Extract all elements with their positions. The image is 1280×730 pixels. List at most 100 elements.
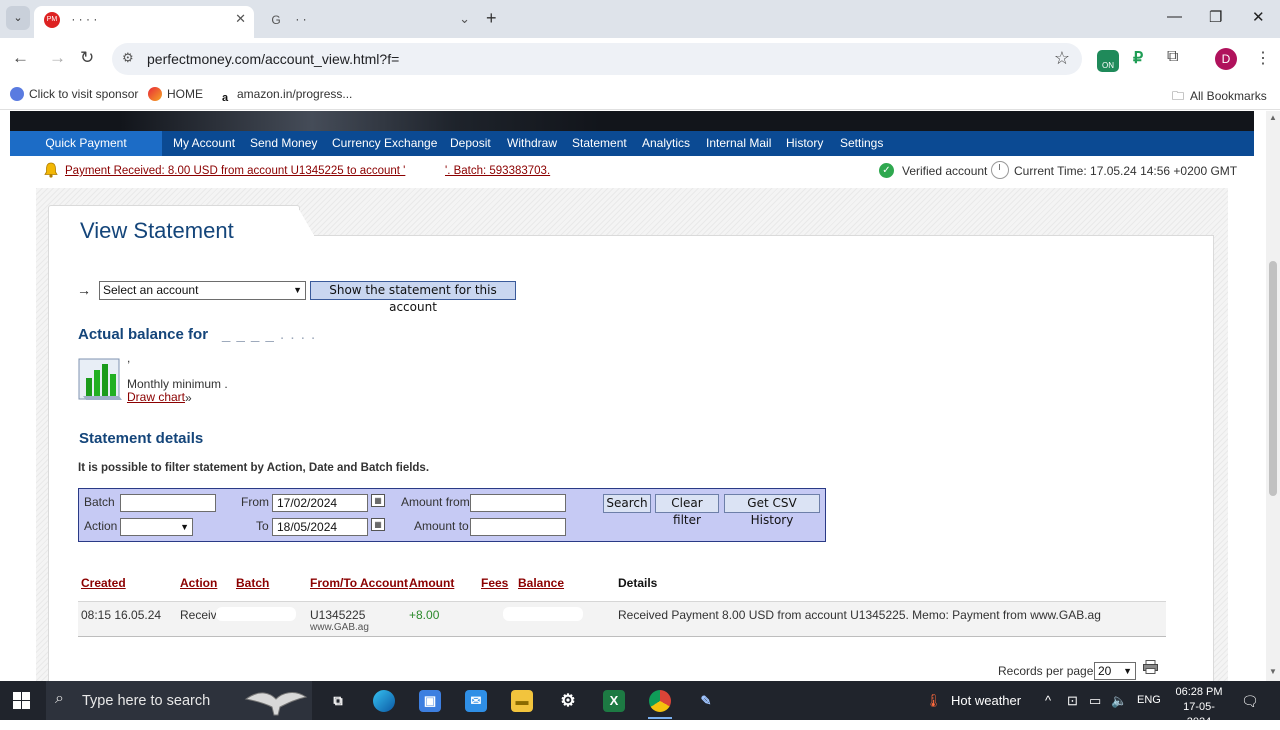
maximize-icon[interactable]: ❐: [1209, 8, 1222, 26]
minimize-icon[interactable]: —: [1167, 8, 1182, 25]
menu-settings[interactable]: Settings: [840, 131, 883, 156]
bookmark-home[interactable]: HOME: [148, 87, 203, 101]
google-favicon: G: [271, 12, 281, 27]
calendar-icon[interactable]: ▦: [371, 494, 385, 507]
site-banner: [10, 111, 1254, 131]
scroll-up-icon[interactable]: ▲: [1269, 113, 1277, 122]
home-site-icon: [148, 87, 162, 101]
windows-start-icon[interactable]: [13, 692, 30, 709]
menu-send-money[interactable]: Send Money: [250, 131, 317, 156]
page-title: View Statement: [80, 218, 234, 243]
scroll-thumb[interactable]: [1269, 261, 1277, 496]
page-scrollbar[interactable]: ▲ ▼: [1266, 111, 1280, 681]
menu-withdraw[interactable]: Withdraw: [507, 131, 557, 156]
browser-toolbar: ← → ↻ ⚙ perfectmoney.com/account_view.ht…: [0, 38, 1280, 80]
payment-batch-link[interactable]: '. Batch: 593383703.: [445, 165, 550, 177]
action-label: Action: [84, 519, 118, 533]
address-bar[interactable]: ⚙ perfectmoney.com/account_view.html?f= …: [112, 43, 1082, 75]
file-explorer-icon[interactable]: ▬: [511, 690, 533, 712]
menu-deposit[interactable]: Deposit: [450, 131, 491, 156]
battery-icon[interactable]: ▭: [1089, 693, 1101, 709]
menu-analytics[interactable]: Analytics: [642, 131, 690, 156]
amount-from-input[interactable]: [470, 494, 566, 512]
action-select[interactable]: ▼: [120, 518, 193, 536]
close-tab-icon[interactable]: ✕: [235, 6, 246, 32]
notice-bar: Payment Received: 8.00 USD from account …: [0, 159, 1266, 183]
reload-icon[interactable]: ↻: [80, 48, 94, 68]
taskbar-clock[interactable]: 06:28 PM 17-05-2024: [1173, 685, 1225, 730]
browser-tab[interactable]: G · · ⌄: [258, 6, 478, 38]
bookmark-amazon[interactable]: a amazon.in/progress...: [218, 87, 352, 105]
col-fees[interactable]: Fees: [481, 576, 508, 590]
menu-my-account[interactable]: My Account: [173, 131, 235, 156]
menu-internal-mail[interactable]: Internal Mail: [706, 131, 771, 156]
bookmark-star-icon[interactable]: ☆: [1054, 48, 1070, 69]
weather-text[interactable]: Hot weather: [951, 693, 1021, 708]
account-select[interactable]: Select an account ▼: [99, 281, 306, 300]
batch-input[interactable]: [120, 494, 216, 512]
menu-quick-payment[interactable]: Quick Payment: [10, 131, 162, 156]
more-menu-icon[interactable]: ⋮: [1255, 48, 1271, 68]
close-window-icon[interactable]: ✕: [1252, 8, 1265, 26]
batch-label: Batch: [84, 495, 115, 509]
menu-currency-exchange[interactable]: Currency Exchange: [332, 131, 437, 156]
from-date-input[interactable]: 17/02/2024: [272, 494, 368, 512]
speaker-icon[interactable]: 🔈: [1111, 693, 1127, 709]
mail-icon[interactable]: ✉: [465, 690, 487, 712]
tray-chevron-up-icon[interactable]: ^: [1045, 693, 1051, 708]
taskbar-search[interactable]: ⌕ Type here to search: [46, 681, 312, 720]
draw-chart-link[interactable]: Draw chart: [127, 390, 185, 404]
print-icon[interactable]: [1143, 660, 1158, 674]
back-arrow-icon[interactable]: ←: [12, 48, 29, 68]
store-icon[interactable]: ▣: [419, 690, 441, 712]
menu-history[interactable]: History: [786, 131, 823, 156]
page-viewport: Quick Payment My Account Send Money Curr…: [0, 111, 1266, 681]
amazon-icon: a: [218, 91, 232, 105]
from-label: From: [241, 495, 269, 509]
col-action[interactable]: Action: [180, 576, 217, 590]
extension-p-icon[interactable]: ₽: [1133, 48, 1143, 68]
show-statement-button[interactable]: Show the statement for this account: [310, 281, 516, 314]
bookmark-sponsor[interactable]: Click to visit sponsor: [10, 87, 138, 101]
tab-search-button[interactable]: ⌄: [6, 6, 30, 30]
amount-to-input[interactable]: [470, 518, 566, 536]
tray-app-icon[interactable]: ⊡: [1067, 693, 1078, 709]
paint-icon[interactable]: ✎: [695, 690, 717, 712]
col-created[interactable]: Created: [81, 576, 126, 590]
task-view-icon[interactable]: ⧉: [327, 690, 349, 712]
calendar-icon[interactable]: ▦: [371, 518, 385, 531]
language-indicator[interactable]: ENG: [1137, 694, 1161, 706]
payment-notice-link[interactable]: Payment Received: 8.00 USD from account …: [65, 165, 405, 177]
settings-gear-icon[interactable]: ⚙: [557, 690, 579, 712]
col-amount[interactable]: Amount: [409, 576, 454, 590]
profile-avatar[interactable]: D: [1215, 48, 1237, 70]
extensions-puzzle-icon[interactable]: ⧉: [1167, 48, 1178, 66]
excel-icon[interactable]: X: [603, 690, 625, 712]
col-batch[interactable]: Batch: [236, 576, 269, 590]
clock-icon: [991, 161, 1009, 179]
forward-arrow-icon[interactable]: →: [49, 48, 66, 68]
csv-history-button[interactable]: Get CSV History: [724, 494, 820, 527]
redacted-batch: [216, 607, 296, 621]
extension-on-icon[interactable]: ON: [1097, 50, 1119, 72]
to-date-input[interactable]: 18/05/2024: [272, 518, 368, 536]
url-text[interactable]: perfectmoney.com/account_view.html?f=: [147, 51, 399, 67]
clear-filter-button[interactable]: Clear filter: [655, 494, 719, 527]
menu-statement[interactable]: Statement: [572, 131, 627, 156]
col-from-to-account[interactable]: From/To Account: [310, 576, 408, 590]
new-tab-plus-icon[interactable]: +: [486, 8, 497, 29]
records-per-page-select[interactable]: 20 ▼: [1094, 662, 1136, 680]
cell-amount: +8.00: [409, 608, 440, 622]
chevron-down-icon[interactable]: ⌄: [459, 6, 470, 32]
search-button[interactable]: Search: [603, 494, 651, 513]
notification-icon[interactable]: 🗨: [1241, 693, 1259, 710]
browser-tab-active[interactable]: PM · · · · ✕: [34, 6, 254, 38]
all-bookmarks[interactable]: 🗀 All Bookmarks: [1172, 87, 1267, 108]
cell-account: U1345225: [310, 608, 366, 622]
site-info-icon[interactable]: ⚙: [122, 50, 134, 66]
col-balance[interactable]: Balance: [518, 576, 564, 590]
edge-icon[interactable]: [373, 690, 395, 712]
scroll-down-icon[interactable]: ▼: [1269, 667, 1277, 676]
balance-value: ,: [127, 351, 131, 365]
chrome-icon[interactable]: [649, 690, 671, 712]
